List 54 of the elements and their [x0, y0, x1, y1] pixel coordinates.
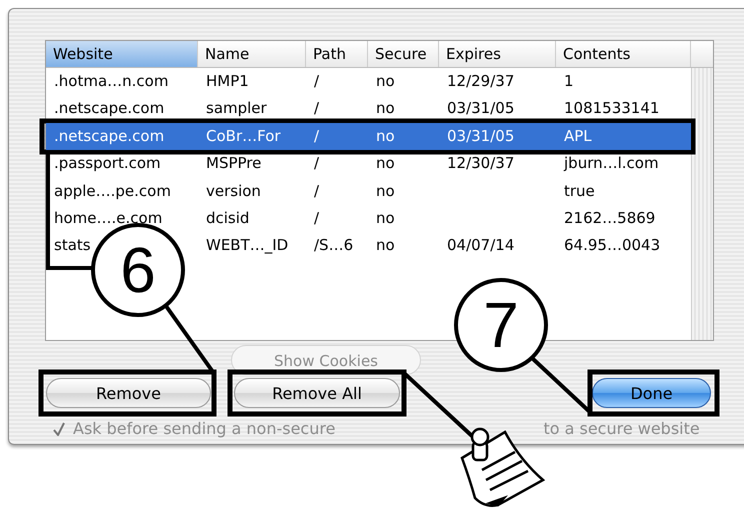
table-cell-text: 64.95…0043 [563, 235, 662, 256]
checkbox-label: to a secure website [543, 419, 700, 438]
table-cell-text: stats [53, 235, 92, 256]
remove-button[interactable]: Remove [46, 378, 211, 408]
table-cell-text: no [375, 208, 396, 229]
table-cell-text: sampler [205, 98, 268, 120]
column-header[interactable]: Path [306, 41, 368, 67]
table-cell-text: 2162…5869 [563, 208, 656, 229]
table-cell-text: dcisid [205, 208, 250, 229]
table-cell-text: no [375, 153, 396, 174]
table-cell-text: /S…6 [313, 235, 354, 256]
table-cell-text: 04/07/14 [446, 235, 516, 256]
table-cell-text: apple….pe.com [53, 180, 172, 202]
table-cell-text: no [375, 180, 396, 202]
table-cell-text: 12/29/37 [446, 71, 516, 92]
table-cell-text: / [313, 208, 320, 229]
checkbox-label: Ask before sending a non-secure [73, 419, 336, 438]
callout-badge: 7 [454, 278, 548, 372]
table-cell-text: .netscape.com [53, 98, 166, 120]
table-cell-text: .netscape.com [53, 126, 166, 147]
table-cell-text: no [375, 126, 396, 147]
table-cell-text: 03/31/05 [446, 98, 516, 120]
table-cell-text: no [375, 98, 396, 120]
table-cell-text: / [313, 126, 320, 147]
table-cell-text: .hotma…n.com [53, 71, 170, 92]
table-cell-text: no [375, 235, 396, 256]
remove-button[interactable]: Remove All [234, 378, 400, 408]
table-cell-text: true [563, 180, 596, 202]
callout-badge: 6 [91, 223, 185, 317]
table-cell-text: / [313, 71, 320, 92]
table-cell-text: MSPPre [205, 153, 262, 174]
scrollbar[interactable] [691, 68, 713, 340]
table-cell-text: version [205, 180, 262, 202]
column-header[interactable]: Expires [439, 41, 556, 67]
table-cell-text: 03/31/05 [446, 126, 516, 147]
table-cell-text: no [375, 71, 396, 92]
table-cell-text: 1 [563, 71, 575, 92]
table-cell-text: 1081533141 [563, 98, 660, 120]
selected-row[interactable]: .netscape.com CoBr…For / no 03/31/05 APL [46, 122, 691, 150]
table-cell-text: / [313, 180, 320, 202]
table-cell-text: .passport.com [53, 153, 162, 174]
table-cell-text: APL [563, 126, 593, 147]
table-cell-text: 12/30/37 [446, 153, 516, 174]
done-button[interactable]: Done [592, 378, 711, 408]
column-header[interactable]: Secure [368, 41, 439, 67]
table-cell-text: / [313, 153, 320, 174]
table-cell-text: WEBT…_ID [205, 235, 290, 256]
table-cell-text: CoBr…For [205, 126, 282, 147]
column-header[interactable]: Website [46, 41, 198, 67]
column-header[interactable]: Name [198, 41, 306, 67]
table-cell-text: / [313, 98, 320, 120]
table-cell-text: HMP1 [205, 71, 250, 92]
table-cell-text: jburn…l.com [562, 153, 660, 174]
column-header[interactable]: Contents [556, 41, 691, 67]
